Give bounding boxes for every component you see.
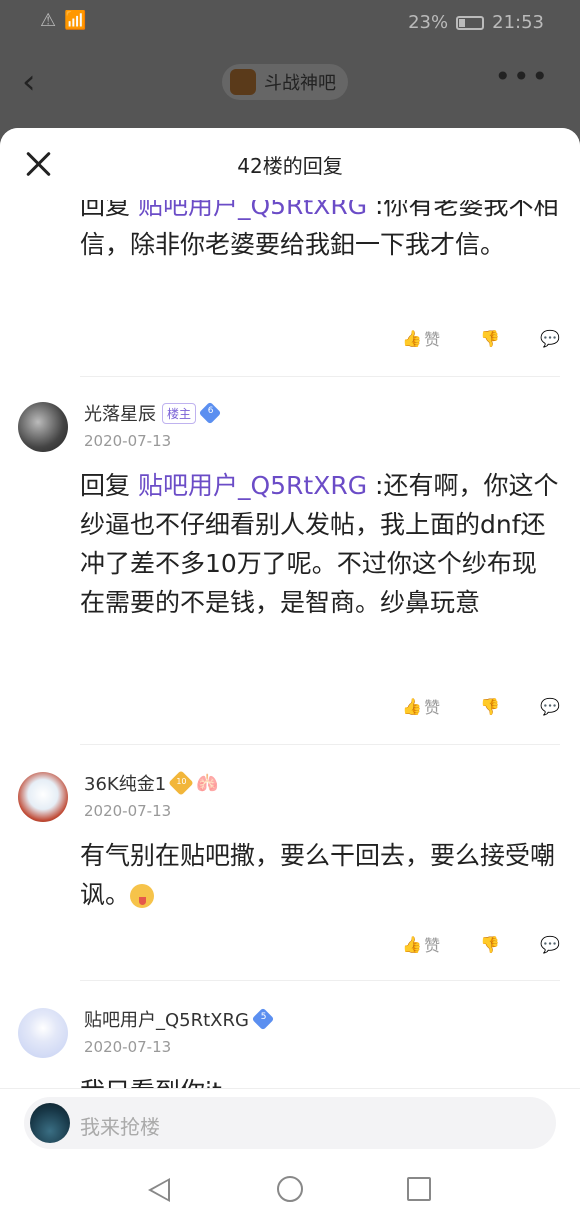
clock: 21:53 [492, 12, 544, 33]
alert-icon: ⚠ [40, 10, 57, 31]
avatar [30, 1103, 70, 1143]
avatar[interactable] [18, 402, 68, 452]
list-item: 回复 贴吧用户_Q5RtXRG :你有老婆我不相信，除非你老婆要给我鈤一下我才信… [0, 200, 580, 377]
thumbs-down-icon: 👎 [480, 696, 501, 716]
reply-sheet: 42楼的回复 回复 贴吧用户_Q5RtXRG :你有老婆我不相信，除非你老婆要给… [0, 128, 580, 1224]
reply-button[interactable]: 💬 [540, 697, 560, 716]
divider [80, 376, 560, 377]
like-button[interactable]: 👍 赞 [402, 326, 440, 350]
post-actions: 👍 赞 👎 💬 [402, 932, 560, 956]
username-row: 光落星辰 楼主 6 [84, 400, 222, 426]
thumbs-down-icon: 👎 [480, 934, 501, 954]
level-gem-icon: 10 [168, 770, 194, 796]
reply-button[interactable]: 💬 [540, 935, 560, 954]
username[interactable]: 36K纯金1 [84, 770, 166, 796]
thumbs-up-icon: 👍 [402, 696, 423, 716]
lung-badge-icon: 🫁 [196, 772, 219, 794]
battery-icon [456, 15, 485, 30]
username[interactable]: 贴吧用户_Q5RtXRG [84, 1006, 249, 1032]
forum-name: 斗战神吧 [264, 73, 336, 94]
post-body: 回复 贴吧用户_Q5RtXRG :还有啊，你这个纱逼也不仔细看别人发帖，我上面的… [80, 471, 559, 617]
list-item: 36K纯金1 10 🫁 2020-07-13 有气别在贴吧撒，要么干回去，要么接… [0, 766, 580, 1006]
thumbs-down-icon: 👎 [480, 328, 501, 348]
forum-logo-icon [230, 69, 256, 95]
background-nav: ‹ 斗战神吧 ••• [0, 46, 580, 126]
reply-list[interactable]: 回复 贴吧用户_Q5RtXRG :你有老婆我不相信，除非你老婆要给我鈤一下我才信… [0, 200, 580, 1088]
username-row: 贴吧用户_Q5RtXRG 5 [84, 1006, 275, 1032]
like-button[interactable]: 👍 赞 [402, 694, 440, 718]
level-gem-icon: 6 [198, 401, 222, 425]
reply-input[interactable]: 我来抢楼 [24, 1097, 556, 1149]
status-icons-right: 23% 21:53 [408, 12, 544, 33]
mention-link[interactable]: 贴吧用户_Q5RtXRG [138, 471, 367, 500]
post-body: 有气别在贴吧撒，要么干回去，要么接受嘲讽。 [80, 841, 556, 909]
post-actions: 👍 赞 👎 💬 [402, 694, 560, 718]
more-icon[interactable]: ••• [494, 60, 550, 93]
dislike-button[interactable]: 👎 [480, 935, 500, 954]
sheet-header: 42楼的回复 [0, 128, 580, 200]
avatar[interactable] [18, 772, 68, 822]
comment-icon: 💬 [540, 696, 560, 716]
reply-placeholder: 我来抢楼 [80, 1115, 160, 1139]
sheet-title: 42楼的回复 [237, 154, 343, 178]
system-nav-bar [0, 1158, 580, 1224]
reply-button[interactable]: 💬 [540, 329, 560, 348]
list-item: 贴吧用户_Q5RtXRG 5 2020-07-13 我只看到你it [0, 1002, 580, 1088]
post-date: 2020-07-13 [84, 432, 172, 450]
post-body: 我只看到你it [80, 1072, 560, 1088]
nav-back-icon[interactable] [148, 1178, 170, 1202]
smile-tongue-emoji-icon [130, 884, 155, 908]
divider [80, 980, 560, 981]
like-button[interactable]: 👍 赞 [402, 932, 440, 956]
comment-icon: 💬 [540, 934, 560, 954]
divider [80, 744, 560, 745]
nav-recents-icon[interactable] [407, 1177, 431, 1201]
wifi-icon: 📶 [64, 10, 87, 31]
level-gem-icon: 5 [251, 1007, 275, 1031]
post-date: 2020-07-13 [84, 802, 172, 820]
post-body: 回复 贴吧用户_Q5RtXRG :你有老婆我不相信，除非你老婆要给我鈤一下我才信… [80, 200, 560, 264]
reply-input-bar: 我来抢楼 [0, 1088, 580, 1158]
post-date: 2020-07-13 [84, 1038, 172, 1056]
thumbs-up-icon: 👍 [402, 328, 423, 348]
battery-percent: 23% [408, 12, 449, 33]
dislike-button[interactable]: 👎 [480, 329, 500, 348]
nav-home-icon[interactable] [277, 1176, 303, 1202]
mention-link[interactable]: 贴吧用户_Q5RtXRG [138, 200, 367, 220]
avatar[interactable] [18, 1008, 68, 1058]
post-actions: 👍 赞 👎 💬 [402, 326, 560, 350]
dislike-button[interactable]: 👎 [480, 697, 500, 716]
list-item: 光落星辰 楼主 6 2020-07-13 回复 贴吧用户_Q5RtXRG :还有… [0, 396, 580, 746]
username-row: 36K纯金1 10 🫁 [84, 770, 219, 796]
status-icons-left: ⚠ 📶 [40, 10, 87, 31]
forum-title-chip[interactable]: 斗战神吧 [222, 64, 348, 100]
username[interactable]: 光落星辰 [84, 400, 156, 426]
owner-badge: 楼主 [162, 402, 197, 424]
back-icon[interactable]: ‹ [22, 62, 36, 102]
thumbs-up-icon: 👍 [402, 934, 423, 954]
status-bar: ⚠ 📶 23% 21:53 [0, 0, 580, 46]
comment-icon: 💬 [540, 328, 560, 348]
